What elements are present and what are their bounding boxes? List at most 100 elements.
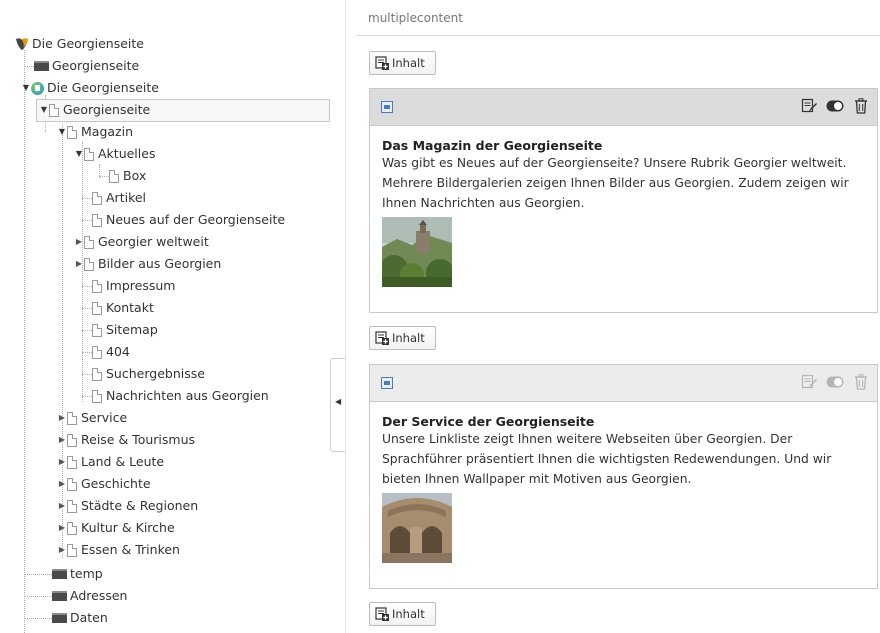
page-icon [92, 389, 102, 403]
tree-guide [24, 50, 25, 633]
folder-icon [34, 61, 49, 71]
tree-label: Reise & Tourismus [81, 432, 196, 447]
content-type-icon [381, 377, 393, 389]
folder-icon [52, 569, 67, 579]
expand-arrow-icon[interactable]: ▶ [57, 451, 67, 473]
content-element-card[interactable]: Der Service der Georgienseite Unsere Lin… [369, 364, 878, 589]
page-icon [67, 411, 77, 425]
new-content-button[interactable]: Inhalt [369, 51, 436, 75]
delete-icon[interactable] [851, 372, 871, 392]
tree-label: Impressum [106, 278, 176, 293]
tree-label: Die Georgienseite [47, 80, 159, 95]
tree-label: Kontakt [106, 300, 154, 315]
tree-label: Geschichte [81, 476, 151, 491]
tree-label: Box [123, 168, 147, 183]
tree-label: Magazin [81, 124, 133, 139]
toggle-visibility-icon[interactable] [825, 96, 845, 116]
column-divider [356, 35, 880, 36]
content-element-header [370, 365, 877, 402]
page-icon [84, 257, 94, 271]
page-tree: Die Georgienseite Georgienseite ▼ Die Ge… [0, 0, 345, 633]
typo3-icon [16, 38, 28, 50]
page-icon [92, 279, 102, 293]
page-icon [49, 103, 59, 117]
tree-label: Adressen [70, 588, 128, 603]
expand-arrow-icon[interactable]: ▶ [57, 429, 67, 451]
page-icon [67, 433, 77, 447]
tree-label: Suchergebnisse [106, 366, 205, 381]
shortcut-icon [31, 81, 44, 95]
column-header: multiplecontent [368, 11, 463, 25]
expand-arrow-icon[interactable]: ▶ [57, 407, 67, 429]
page-icon [67, 455, 77, 469]
new-content-icon [375, 331, 389, 345]
tree-label: Georgienseite [63, 102, 151, 117]
new-content-label: Inhalt [392, 607, 425, 621]
tree-label: 404 [106, 344, 130, 359]
tree-item-georgienseite-selected[interactable]: ▼ Georgienseite [0, 99, 330, 122]
tree-label: Kultur & Kirche [81, 520, 175, 535]
expand-arrow-icon[interactable]: ▶ [57, 495, 67, 517]
tree-label: temp [70, 566, 103, 581]
page-icon [67, 543, 77, 557]
edit-icon[interactable] [799, 372, 819, 392]
tree-label: Georgienseite [52, 58, 140, 73]
page-icon [92, 191, 102, 205]
new-content-label: Inhalt [392, 56, 425, 70]
page-icon [92, 323, 102, 337]
pane-divider[interactable] [345, 0, 346, 633]
tree-label: Die Georgienseite [32, 36, 144, 51]
collapse-tree-handle[interactable]: ◀ [330, 358, 345, 452]
content-element-title: Das Magazin der Georgienseite [382, 138, 603, 153]
new-content-button[interactable]: Inhalt [369, 602, 436, 626]
tree-label: Service [81, 410, 128, 425]
stone-arch-thumbnail [382, 493, 452, 563]
tree-label: Neues auf der Georgienseite [106, 212, 286, 227]
content-element-card[interactable]: Das Magazin der Georgienseite Was gibt e… [369, 88, 878, 313]
page-icon [84, 147, 94, 161]
page-icon [109, 169, 119, 183]
tree-label: Sitemap [106, 322, 158, 337]
tree-label: Daten [70, 610, 108, 625]
folder-icon [52, 613, 67, 623]
content-type-icon [381, 101, 393, 113]
tree-label: Essen & Trinken [81, 542, 180, 557]
collapse-arrow-icon[interactable]: ▼ [57, 121, 67, 143]
collapse-arrow-icon[interactable]: ▼ [21, 77, 31, 99]
content-element-header [370, 89, 877, 126]
new-content-icon [375, 56, 389, 70]
tree-label: Aktuelles [98, 146, 156, 161]
tree-label: Städte & Regionen [81, 498, 199, 513]
expand-arrow-icon[interactable]: ▶ [74, 231, 84, 253]
folder-icon [52, 591, 67, 601]
collapse-arrow-icon[interactable]: ▼ [39, 99, 49, 121]
landscape-castle-thumbnail [380, 217, 454, 287]
expand-arrow-icon[interactable]: ▶ [57, 539, 67, 561]
content-element-text: Unsere Linkliste zeigt Ihnen weitere Web… [382, 432, 832, 486]
page-icon [92, 301, 102, 315]
tree-label: Bilder aus Georgien [98, 256, 222, 271]
tree-label: Nachrichten aus Georgien [106, 388, 269, 403]
new-content-icon [375, 607, 389, 621]
new-content-button[interactable]: Inhalt [369, 326, 436, 350]
tree-label: Georgier weltweit [98, 234, 209, 249]
page-icon [92, 213, 102, 227]
expand-arrow-icon[interactable]: ▶ [57, 473, 67, 495]
collapse-arrow-icon[interactable]: ▼ [74, 143, 84, 165]
expand-arrow-icon[interactable]: ▶ [74, 253, 84, 275]
page-icon [67, 477, 77, 491]
page-icon [67, 499, 77, 513]
content-element-title: Der Service der Georgienseite [382, 414, 595, 429]
chevron-left-icon: ◀ [335, 397, 342, 406]
page-icon [84, 235, 94, 249]
new-content-label: Inhalt [392, 331, 425, 345]
expand-arrow-icon[interactable]: ▶ [57, 517, 67, 539]
tree-label: Land & Leute [81, 454, 165, 469]
page-icon [67, 521, 77, 535]
page-icon [92, 367, 102, 381]
content-element-text: Was gibt es Neues auf der Georgienseite?… [382, 156, 849, 210]
toggle-visibility-icon[interactable] [825, 372, 845, 392]
edit-icon[interactable] [799, 96, 819, 116]
content-column: multiplecontent Inhalt Das Magazin der G… [356, 0, 880, 633]
delete-icon[interactable] [851, 96, 871, 116]
